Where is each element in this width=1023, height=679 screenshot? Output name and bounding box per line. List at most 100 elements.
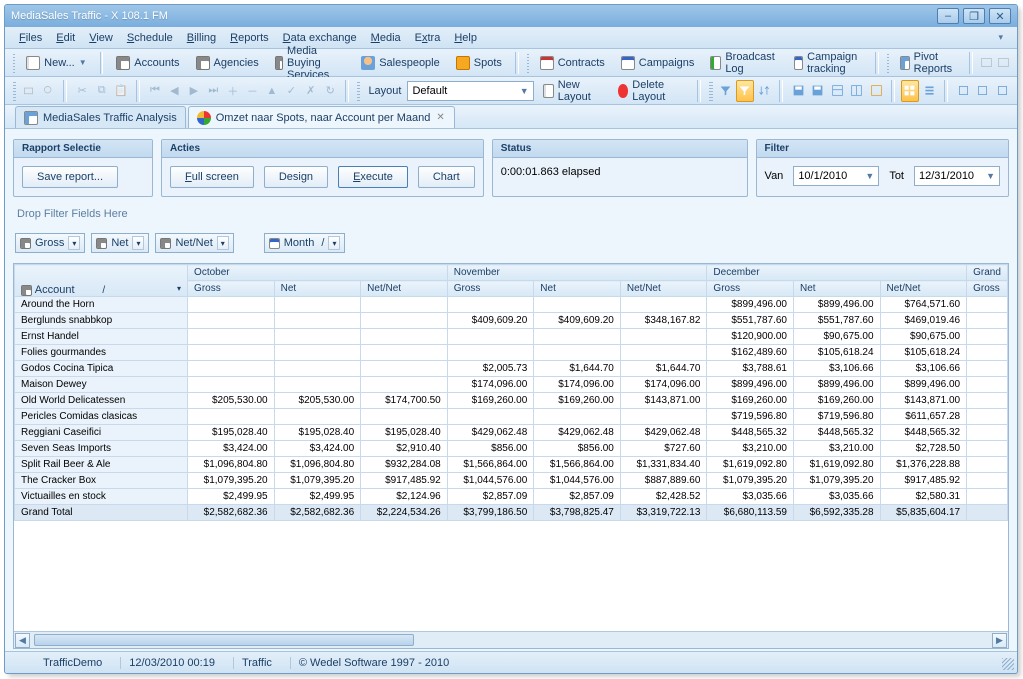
layout-combo[interactable]: Default▼ <box>407 81 533 101</box>
table-row: Around the Horn$899,496.00$899,496.00$76… <box>15 297 1008 313</box>
tool-z-icon[interactable] <box>993 80 1010 102</box>
delete-icon <box>618 84 629 98</box>
menu-schedule[interactable]: Schedule <box>121 29 179 47</box>
campaigns-button[interactable]: Campaigns <box>614 52 702 74</box>
tool-icon-b <box>996 52 1011 74</box>
scroll-right-icon[interactable]: ▶ <box>992 633 1007 648</box>
menu-files[interactable]: Files <box>13 29 48 47</box>
campaign-tracking-button[interactable]: Campaign tracking <box>787 52 869 74</box>
edit-icon: ▲ <box>263 80 280 102</box>
grip-icon <box>13 53 15 73</box>
minimize-button[interactable]: – <box>937 8 959 24</box>
maximize-button[interactable]: ❐ <box>963 8 985 24</box>
field-gross[interactable]: Gross▾ <box>15 233 85 253</box>
layout3-icon[interactable] <box>867 80 884 102</box>
execute-button[interactable]: Execute <box>338 166 408 188</box>
report-icon <box>24 111 38 125</box>
close-button[interactable]: ✕ <box>989 8 1011 24</box>
design-button[interactable]: Design <box>264 166 328 188</box>
filter-icon[interactable] <box>717 80 734 102</box>
pivot-reports-button[interactable]: Pivot Reports <box>893 52 964 74</box>
date-from-input[interactable]: 10/1/2010▼ <box>793 166 879 186</box>
table-row: Seven Seas Imports$3,424.00$3,424.00$2,9… <box>15 441 1008 457</box>
menu-edit[interactable]: Edit <box>50 29 81 47</box>
tool-y-icon[interactable] <box>974 80 991 102</box>
saveas-icon[interactable] <box>809 80 826 102</box>
grid-view-icon[interactable] <box>901 80 918 102</box>
save-icon[interactable] <box>789 80 806 102</box>
copy-icon: ⧉ <box>93 80 110 102</box>
field-icon <box>96 238 107 249</box>
first-icon: ⏮ <box>146 80 163 102</box>
calendar-icon <box>621 56 635 70</box>
grand-total-row: Grand Total$2,582,682.36$2,582,682.36$2,… <box>15 505 1008 521</box>
menu-reports[interactable]: Reports <box>224 29 275 47</box>
tab-omzet[interactable]: Omzet naar Spots, naar Account per Maand… <box>188 106 455 128</box>
filter-drop-zone[interactable]: Drop Filter Fields Here <box>13 205 1009 223</box>
menu-expand-icon[interactable]: ▾ <box>992 32 1009 43</box>
tot-label: Tot <box>889 170 904 182</box>
grand-header[interactable]: Grand <box>967 265 1008 281</box>
check-icon: ✓ <box>283 80 300 102</box>
table-row: Godos Cocina Tipica$2,005.73$1,644.70$1,… <box>15 361 1008 377</box>
layout2-icon[interactable] <box>848 80 865 102</box>
filter-active-icon[interactable] <box>736 80 753 102</box>
table-row: Reggiani Caseifici$195,028.40$195,028.40… <box>15 425 1008 441</box>
field-netnet[interactable]: Net/Net▾ <box>155 233 233 253</box>
spots-icon <box>456 56 470 70</box>
table-row: The Cracker Box$1,079,395.20$1,079,395.2… <box>15 473 1008 489</box>
field-month[interactable]: Month /▾ <box>264 233 346 253</box>
menu-view[interactable]: View <box>83 29 119 47</box>
tab-traffic-analysis[interactable]: MediaSales Traffic Analysis <box>15 106 186 128</box>
fullscreen-button[interactable]: Full screen <box>170 166 254 188</box>
broadcast-log-button[interactable]: Broadcast Log <box>703 52 785 74</box>
new-button[interactable]: New...▼ <box>19 52 94 74</box>
scroll-left-icon[interactable]: ◀ <box>15 633 30 648</box>
spots-button[interactable]: Spots <box>449 52 509 74</box>
pivot-grid: Account / ▾ October November December Gr… <box>13 263 1009 649</box>
cancel-icon: ✗ <box>302 80 319 102</box>
horizontal-scrollbar[interactable]: ◀ ▶ <box>14 631 1008 648</box>
status-text: 0:00:01.863 elapsed <box>501 166 601 178</box>
menu-extra[interactable]: Extra <box>409 29 447 47</box>
calendar-icon <box>269 238 280 249</box>
remove-icon: － <box>244 80 261 102</box>
resize-grip-icon[interactable] <box>1002 658 1014 670</box>
agencies-button[interactable]: Agencies <box>189 52 266 74</box>
contracts-button[interactable]: Contracts <box>533 52 612 74</box>
layout1-icon[interactable] <box>828 80 845 102</box>
month-december[interactable]: December <box>707 265 967 281</box>
document-icon <box>26 56 40 70</box>
prev-icon: ◀ <box>166 80 183 102</box>
tab-close-icon[interactable]: ✕ <box>435 112 445 123</box>
scroll-thumb[interactable] <box>34 634 414 646</box>
sort-icon[interactable] <box>756 80 773 102</box>
panel-title: Status <box>493 140 747 158</box>
list-view-icon[interactable] <box>921 80 938 102</box>
tool-x-icon[interactable] <box>954 80 971 102</box>
media-buying-button[interactable]: Media Buying Services <box>268 52 352 74</box>
month-october[interactable]: October <box>188 265 448 281</box>
paste-icon: 📋 <box>112 80 129 102</box>
panel-rapport: Rapport Selectie Save report... <box>13 139 153 197</box>
chart-button[interactable]: Chart <box>418 166 475 188</box>
new-layout-button[interactable]: New Layout <box>536 80 609 102</box>
status-mode: Traffic <box>233 657 280 669</box>
date-to-input[interactable]: 12/31/2010▼ <box>914 166 1000 186</box>
status-date: 12/03/2010 00:19 <box>120 657 223 669</box>
status-bar: TrafficDemo 12/03/2010 00:19 Traffic © W… <box>5 651 1017 673</box>
table-row: Folies gourmandes$162,489.60$105,618.24$… <box>15 345 1008 361</box>
accounts-button[interactable]: Accounts <box>109 52 186 74</box>
content-area: Rapport Selectie Save report... Acties F… <box>5 129 1017 651</box>
salespeople-button[interactable]: Salespeople <box>354 52 447 74</box>
month-november[interactable]: November <box>447 265 707 281</box>
account-header[interactable]: Account / ▾ <box>15 265 188 297</box>
menu-billing[interactable]: Billing <box>181 29 222 47</box>
field-net[interactable]: Net▾ <box>91 233 149 253</box>
menu-help[interactable]: Help <box>448 29 483 47</box>
menu-media[interactable]: Media <box>365 29 407 47</box>
delete-layout-button[interactable]: Delete Layout <box>611 80 692 102</box>
layout-label: Layout <box>364 85 405 97</box>
add-icon: ＋ <box>224 80 241 102</box>
save-report-button[interactable]: Save report... <box>22 166 118 188</box>
